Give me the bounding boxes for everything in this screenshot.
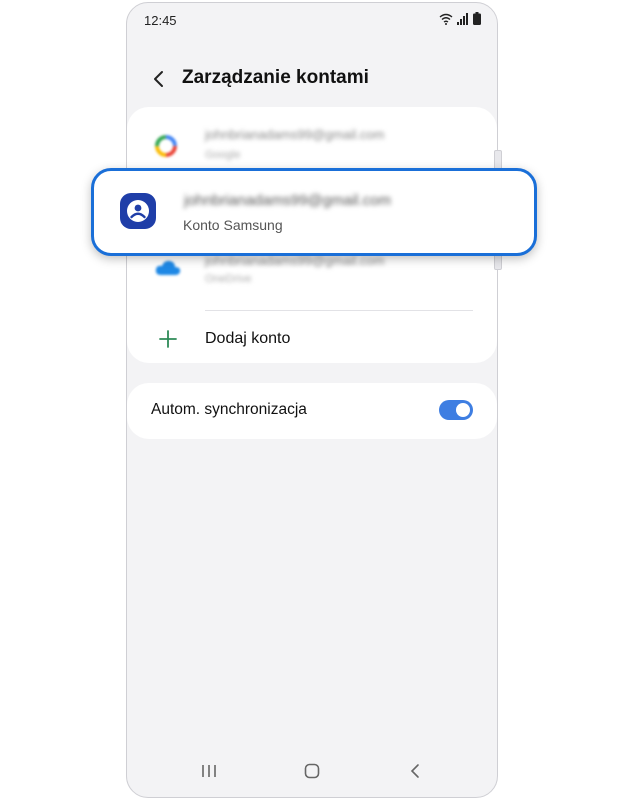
status-time: 12:45 — [144, 13, 177, 28]
account-type: OneDrive — [205, 273, 252, 285]
phone-frame: 12:45 Zarządzanie kontami johnbrianadams… — [126, 2, 498, 798]
chevron-left-icon[interactable] — [149, 67, 169, 91]
auto-sync-label: Autom. synchronizacja — [151, 401, 307, 418]
recents-button[interactable] — [197, 759, 221, 783]
account-email: johnbrianadams99@gmail.com — [184, 192, 391, 209]
home-button[interactable] — [300, 759, 324, 783]
recents-icon — [202, 765, 216, 777]
auto-sync-toggle[interactable] — [439, 400, 473, 420]
account-type: Konto Samsung — [183, 217, 283, 233]
plus-icon — [159, 330, 177, 348]
samsung-account-icon — [120, 193, 156, 229]
toggle-knob — [456, 403, 470, 417]
page-title: Zarządzanie kontami — [182, 67, 369, 88]
account-row-samsung[interactable]: johnbrianadams99@gmail.com Konto Samsung — [91, 168, 537, 256]
back-button[interactable] — [403, 759, 427, 783]
google-icon — [155, 135, 177, 157]
home-icon — [304, 763, 320, 779]
divider — [205, 310, 473, 311]
add-account-label: Dodaj konto — [205, 330, 291, 347]
account-row-onedrive[interactable]: johnbrianadams99@gmail.com OneDrive — [127, 247, 497, 309]
navigation-bar — [127, 745, 497, 797]
add-account-button[interactable]: Dodaj konto — [127, 319, 497, 363]
onedrive-icon — [155, 260, 181, 275]
status-icons — [439, 12, 481, 25]
account-type: Google — [205, 149, 241, 161]
back-icon — [410, 764, 419, 778]
account-email: johnbrianadams99@gmail.com — [205, 127, 385, 142]
page-header: Zarządzanie kontami — [127, 59, 497, 99]
signal-icon — [457, 12, 468, 25]
battery-icon — [473, 12, 481, 25]
wifi-icon — [439, 13, 453, 25]
status-bar: 12:45 — [127, 3, 497, 37]
auto-sync-row[interactable]: Autom. synchronizacja — [127, 383, 497, 439]
